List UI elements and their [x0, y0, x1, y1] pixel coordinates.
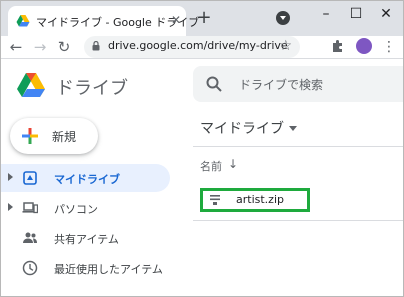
drive-logo-icon — [17, 73, 45, 97]
plus-icon — [22, 128, 38, 144]
tab-close-icon[interactable]: ✕ — [168, 12, 184, 28]
sidebar-item-my-drive[interactable]: マイドライブ — [0, 164, 170, 192]
new-tab-button[interactable]: + — [195, 9, 213, 27]
lock-icon — [92, 41, 100, 51]
minimize-button[interactable]: – — [316, 4, 336, 24]
expand-caret-icon[interactable] — [8, 203, 13, 211]
maximize-button[interactable]: ☐ — [346, 4, 366, 24]
back-arrow-icon[interactable]: ← — [6, 36, 26, 58]
expand-caret-icon[interactable] — [8, 173, 13, 181]
sidebar-item-computers[interactable]: パソコン — [0, 194, 170, 222]
browser-titlebar: マイドライブ - Google ドライブ ✕ + – ☐ ✕ — [0, 0, 404, 36]
search-placeholder: ドライブで検索 — [239, 78, 324, 92]
sidebar-item-label: 共有アイテム — [54, 233, 119, 246]
browser-tab[interactable]: マイドライブ - Google ドライブ ✕ — [8, 6, 199, 36]
zip-file-icon — [210, 195, 220, 205]
app-title: ドライブ — [56, 78, 128, 99]
header-divider — [193, 146, 404, 147]
close-window-button[interactable]: ✕ — [376, 4, 396, 24]
clock-icon — [22, 260, 38, 276]
my-drive-icon — [23, 171, 37, 185]
forward-arrow-icon[interactable]: → — [30, 36, 50, 58]
sidebar-item-label: マイドライブ — [54, 173, 120, 186]
kebab-menu-icon[interactable]: ⋮ — [382, 38, 396, 56]
row-divider — [193, 220, 404, 221]
computer-icon — [22, 202, 38, 214]
file-name[interactable]: artist.zip — [236, 193, 284, 206]
column-header-name[interactable]: 名前 — [200, 158, 222, 174]
profile-avatar[interactable] — [356, 38, 372, 54]
sidebar-item-shared[interactable]: 共有アイテム — [0, 224, 170, 252]
bookmark-star-icon[interactable]: ☆ — [279, 38, 292, 54]
sidebar-item-label: パソコン — [54, 203, 98, 216]
toolbar-divider — [0, 58, 404, 59]
browser-toolbar: ← → ↻ drive.google.com/drive/my-drive ☆ … — [0, 36, 404, 58]
search-input[interactable]: ドライブで検索 — [193, 66, 404, 102]
chevron-down-icon[interactable] — [289, 126, 297, 131]
search-icon[interactable] — [205, 75, 223, 93]
new-button-label: 新規 — [52, 130, 77, 144]
sidebar-item-recent[interactable]: 最近使用したアイテム — [0, 254, 170, 282]
people-icon — [23, 232, 37, 243]
reload-icon[interactable]: ↻ — [54, 36, 74, 58]
url-text: drive.google.com/drive/my-drive — [108, 39, 288, 52]
tab-search-icon[interactable] — [276, 11, 290, 25]
new-button[interactable]: 新規 — [10, 118, 98, 154]
page-title[interactable]: マイドライブ — [200, 118, 284, 138]
drive-favicon-icon — [16, 15, 30, 27]
extensions-puzzle-icon[interactable] — [330, 38, 346, 54]
sort-arrow-down-icon[interactable]: ↓ — [228, 157, 238, 171]
address-bar[interactable]: drive.google.com/drive/my-drive ☆ — [84, 36, 300, 58]
sidebar-item-label: 最近使用したアイテム — [54, 263, 163, 276]
